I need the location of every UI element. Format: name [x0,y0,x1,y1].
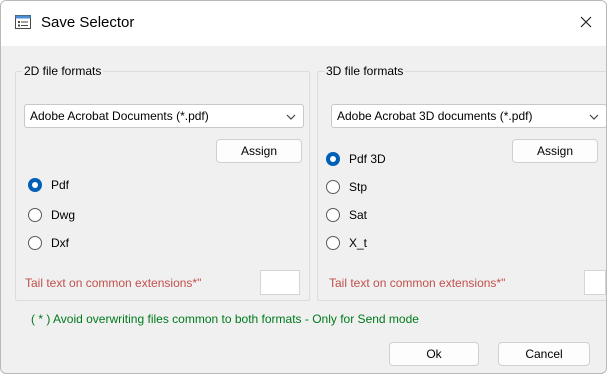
2d-tail-text-label: Tail text on common extensions*" [25,276,202,290]
radio-pdf[interactable]: Pdf [28,178,69,192]
group-3d-legend: 3D file formats [324,64,406,78]
radio-x-t-indicator [326,236,340,250]
radio-stp[interactable]: Stp [326,180,367,194]
2d-tail-text-input[interactable] [260,270,300,295]
radio-dwg-indicator [28,208,42,222]
radio-pdf-3d[interactable]: Pdf 3D [326,152,386,166]
radio-dxf-label: Dxf [51,236,69,250]
cancel-button[interactable]: Cancel [498,342,590,366]
save-selector-dialog: Save Selector 2D file formats Adobe Acro… [0,0,607,374]
radio-sat-indicator [326,208,340,222]
radio-dwg[interactable]: Dwg [28,208,75,222]
title-bar: Save Selector [1,1,606,46]
radio-dwg-label: Dwg [51,208,76,222]
3d-format-select-value: Adobe Acrobat 3D documents (*.pdf) [337,109,533,123]
radio-pdf-indicator [28,178,42,192]
3d-tail-text-label: Tail text on common extensions*" [329,276,506,290]
group-2d-file-formats: 2D file formats Adobe Acrobat Documents … [15,64,310,301]
group-2d-legend: 2D file formats [22,64,104,78]
2d-assign-label: Assign [240,144,278,158]
window-title: Save Selector [41,14,135,31]
chevron-down-icon [285,111,297,121]
radio-sat[interactable]: Sat [326,208,367,222]
close-icon [580,16,592,31]
overwrite-note: ( * ) Avoid overwriting files common to … [31,312,419,326]
radio-x-t[interactable]: X_t [326,236,367,250]
2d-assign-button[interactable]: Assign [216,139,302,163]
chevron-down-icon [588,111,600,121]
2d-format-select[interactable]: Adobe Acrobat Documents (*.pdf) [24,104,304,128]
ok-button[interactable]: Ok [389,342,479,366]
radio-sat-label: Sat [349,208,368,222]
dialog-list-icon [15,15,31,29]
radio-pdf-3d-indicator [326,152,340,166]
radio-pdf-3d-label: Pdf 3D [349,152,386,166]
3d-assign-button[interactable]: Assign [512,139,598,163]
3d-tail-text-input[interactable] [584,270,606,295]
radio-pdf-label: Pdf [51,178,70,192]
2d-format-select-value: Adobe Acrobat Documents (*.pdf) [30,109,209,123]
group-3d-file-formats: 3D file formats Adobe Acrobat 3D documen… [317,64,606,301]
radio-stp-indicator [326,180,340,194]
radio-stp-label: Stp [349,180,368,194]
cancel-label: Cancel [525,347,563,361]
radio-x-t-label: X_t [349,236,368,250]
ok-label: Ok [426,347,442,361]
radio-dxf-indicator [28,236,42,250]
close-button[interactable] [566,1,606,46]
radio-dxf[interactable]: Dxf [28,236,69,250]
3d-assign-label: Assign [536,144,574,158]
3d-format-select[interactable]: Adobe Acrobat 3D documents (*.pdf) [331,104,606,128]
